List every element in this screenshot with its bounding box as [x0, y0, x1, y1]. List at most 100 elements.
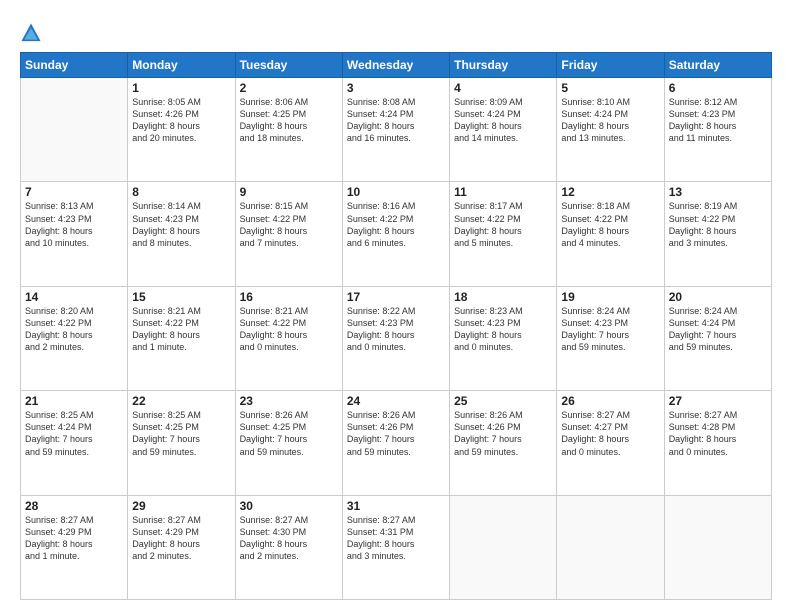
cell-info: Sunrise: 8:26 AMSunset: 4:25 PMDaylight:… — [240, 409, 338, 458]
day-number: 4 — [454, 81, 552, 95]
calendar-table: SundayMondayTuesdayWednesdayThursdayFrid… — [20, 52, 772, 600]
day-number: 9 — [240, 185, 338, 199]
day-number: 3 — [347, 81, 445, 95]
day-header-friday: Friday — [557, 53, 664, 78]
day-number: 27 — [669, 394, 767, 408]
day-header-thursday: Thursday — [450, 53, 557, 78]
cell-info: Sunrise: 8:12 AMSunset: 4:23 PMDaylight:… — [669, 96, 767, 145]
calendar-cell: 20Sunrise: 8:24 AMSunset: 4:24 PMDayligh… — [664, 286, 771, 390]
calendar-cell: 26Sunrise: 8:27 AMSunset: 4:27 PMDayligh… — [557, 391, 664, 495]
logo — [20, 22, 46, 44]
day-number: 2 — [240, 81, 338, 95]
calendar-cell: 18Sunrise: 8:23 AMSunset: 4:23 PMDayligh… — [450, 286, 557, 390]
calendar-cell: 24Sunrise: 8:26 AMSunset: 4:26 PMDayligh… — [342, 391, 449, 495]
cell-info: Sunrise: 8:27 AMSunset: 4:28 PMDaylight:… — [669, 409, 767, 458]
logo-icon — [20, 22, 42, 44]
day-number: 17 — [347, 290, 445, 304]
calendar-cell: 7Sunrise: 8:13 AMSunset: 4:23 PMDaylight… — [21, 182, 128, 286]
cell-info: Sunrise: 8:25 AMSunset: 4:25 PMDaylight:… — [132, 409, 230, 458]
calendar-cell: 10Sunrise: 8:16 AMSunset: 4:22 PMDayligh… — [342, 182, 449, 286]
calendar-cell: 31Sunrise: 8:27 AMSunset: 4:31 PMDayligh… — [342, 495, 449, 599]
cell-info: Sunrise: 8:13 AMSunset: 4:23 PMDaylight:… — [25, 200, 123, 249]
day-header-tuesday: Tuesday — [235, 53, 342, 78]
day-number: 22 — [132, 394, 230, 408]
day-header-monday: Monday — [128, 53, 235, 78]
calendar-cell: 28Sunrise: 8:27 AMSunset: 4:29 PMDayligh… — [21, 495, 128, 599]
cell-info: Sunrise: 8:10 AMSunset: 4:24 PMDaylight:… — [561, 96, 659, 145]
cell-info: Sunrise: 8:05 AMSunset: 4:26 PMDaylight:… — [132, 96, 230, 145]
cell-info: Sunrise: 8:08 AMSunset: 4:24 PMDaylight:… — [347, 96, 445, 145]
day-number: 11 — [454, 185, 552, 199]
day-number: 10 — [347, 185, 445, 199]
cell-info: Sunrise: 8:16 AMSunset: 4:22 PMDaylight:… — [347, 200, 445, 249]
calendar-cell: 27Sunrise: 8:27 AMSunset: 4:28 PMDayligh… — [664, 391, 771, 495]
day-header-sunday: Sunday — [21, 53, 128, 78]
cell-info: Sunrise: 8:06 AMSunset: 4:25 PMDaylight:… — [240, 96, 338, 145]
day-number: 7 — [25, 185, 123, 199]
day-number: 1 — [132, 81, 230, 95]
cell-info: Sunrise: 8:20 AMSunset: 4:22 PMDaylight:… — [25, 305, 123, 354]
calendar-cell — [557, 495, 664, 599]
cell-info: Sunrise: 8:22 AMSunset: 4:23 PMDaylight:… — [347, 305, 445, 354]
day-number: 18 — [454, 290, 552, 304]
calendar-cell: 8Sunrise: 8:14 AMSunset: 4:23 PMDaylight… — [128, 182, 235, 286]
day-number: 6 — [669, 81, 767, 95]
calendar-cell: 17Sunrise: 8:22 AMSunset: 4:23 PMDayligh… — [342, 286, 449, 390]
cell-info: Sunrise: 8:17 AMSunset: 4:22 PMDaylight:… — [454, 200, 552, 249]
cell-info: Sunrise: 8:15 AMSunset: 4:22 PMDaylight:… — [240, 200, 338, 249]
header — [20, 18, 772, 44]
day-number: 5 — [561, 81, 659, 95]
day-number: 14 — [25, 290, 123, 304]
day-number: 20 — [669, 290, 767, 304]
calendar-cell — [21, 78, 128, 182]
cell-info: Sunrise: 8:27 AMSunset: 4:29 PMDaylight:… — [25, 514, 123, 563]
calendar-cell: 15Sunrise: 8:21 AMSunset: 4:22 PMDayligh… — [128, 286, 235, 390]
cell-info: Sunrise: 8:21 AMSunset: 4:22 PMDaylight:… — [132, 305, 230, 354]
day-header-wednesday: Wednesday — [342, 53, 449, 78]
day-number: 8 — [132, 185, 230, 199]
cell-info: Sunrise: 8:21 AMSunset: 4:22 PMDaylight:… — [240, 305, 338, 354]
cell-info: Sunrise: 8:25 AMSunset: 4:24 PMDaylight:… — [25, 409, 123, 458]
day-number: 30 — [240, 499, 338, 513]
page: SundayMondayTuesdayWednesdayThursdayFrid… — [0, 0, 792, 612]
calendar-cell: 29Sunrise: 8:27 AMSunset: 4:29 PMDayligh… — [128, 495, 235, 599]
calendar-cell: 16Sunrise: 8:21 AMSunset: 4:22 PMDayligh… — [235, 286, 342, 390]
calendar-cell: 9Sunrise: 8:15 AMSunset: 4:22 PMDaylight… — [235, 182, 342, 286]
cell-info: Sunrise: 8:27 AMSunset: 4:29 PMDaylight:… — [132, 514, 230, 563]
day-number: 13 — [669, 185, 767, 199]
calendar-cell — [664, 495, 771, 599]
day-number: 16 — [240, 290, 338, 304]
calendar-cell: 22Sunrise: 8:25 AMSunset: 4:25 PMDayligh… — [128, 391, 235, 495]
day-number: 25 — [454, 394, 552, 408]
cell-info: Sunrise: 8:14 AMSunset: 4:23 PMDaylight:… — [132, 200, 230, 249]
calendar-cell: 6Sunrise: 8:12 AMSunset: 4:23 PMDaylight… — [664, 78, 771, 182]
day-number: 19 — [561, 290, 659, 304]
day-number: 23 — [240, 394, 338, 408]
calendar-cell: 1Sunrise: 8:05 AMSunset: 4:26 PMDaylight… — [128, 78, 235, 182]
cell-info: Sunrise: 8:19 AMSunset: 4:22 PMDaylight:… — [669, 200, 767, 249]
calendar-cell: 3Sunrise: 8:08 AMSunset: 4:24 PMDaylight… — [342, 78, 449, 182]
calendar-cell: 12Sunrise: 8:18 AMSunset: 4:22 PMDayligh… — [557, 182, 664, 286]
cell-info: Sunrise: 8:27 AMSunset: 4:27 PMDaylight:… — [561, 409, 659, 458]
cell-info: Sunrise: 8:26 AMSunset: 4:26 PMDaylight:… — [454, 409, 552, 458]
cell-info: Sunrise: 8:27 AMSunset: 4:30 PMDaylight:… — [240, 514, 338, 563]
day-number: 28 — [25, 499, 123, 513]
cell-info: Sunrise: 8:27 AMSunset: 4:31 PMDaylight:… — [347, 514, 445, 563]
calendar-cell: 30Sunrise: 8:27 AMSunset: 4:30 PMDayligh… — [235, 495, 342, 599]
cell-info: Sunrise: 8:18 AMSunset: 4:22 PMDaylight:… — [561, 200, 659, 249]
cell-info: Sunrise: 8:24 AMSunset: 4:23 PMDaylight:… — [561, 305, 659, 354]
day-number: 15 — [132, 290, 230, 304]
day-number: 24 — [347, 394, 445, 408]
cell-info: Sunrise: 8:09 AMSunset: 4:24 PMDaylight:… — [454, 96, 552, 145]
calendar-cell: 11Sunrise: 8:17 AMSunset: 4:22 PMDayligh… — [450, 182, 557, 286]
calendar-cell: 2Sunrise: 8:06 AMSunset: 4:25 PMDaylight… — [235, 78, 342, 182]
calendar-cell: 21Sunrise: 8:25 AMSunset: 4:24 PMDayligh… — [21, 391, 128, 495]
calendar-cell: 4Sunrise: 8:09 AMSunset: 4:24 PMDaylight… — [450, 78, 557, 182]
cell-info: Sunrise: 8:24 AMSunset: 4:24 PMDaylight:… — [669, 305, 767, 354]
calendar-cell: 23Sunrise: 8:26 AMSunset: 4:25 PMDayligh… — [235, 391, 342, 495]
day-number: 21 — [25, 394, 123, 408]
day-number: 12 — [561, 185, 659, 199]
calendar-cell: 5Sunrise: 8:10 AMSunset: 4:24 PMDaylight… — [557, 78, 664, 182]
calendar-cell: 19Sunrise: 8:24 AMSunset: 4:23 PMDayligh… — [557, 286, 664, 390]
calendar-cell: 13Sunrise: 8:19 AMSunset: 4:22 PMDayligh… — [664, 182, 771, 286]
